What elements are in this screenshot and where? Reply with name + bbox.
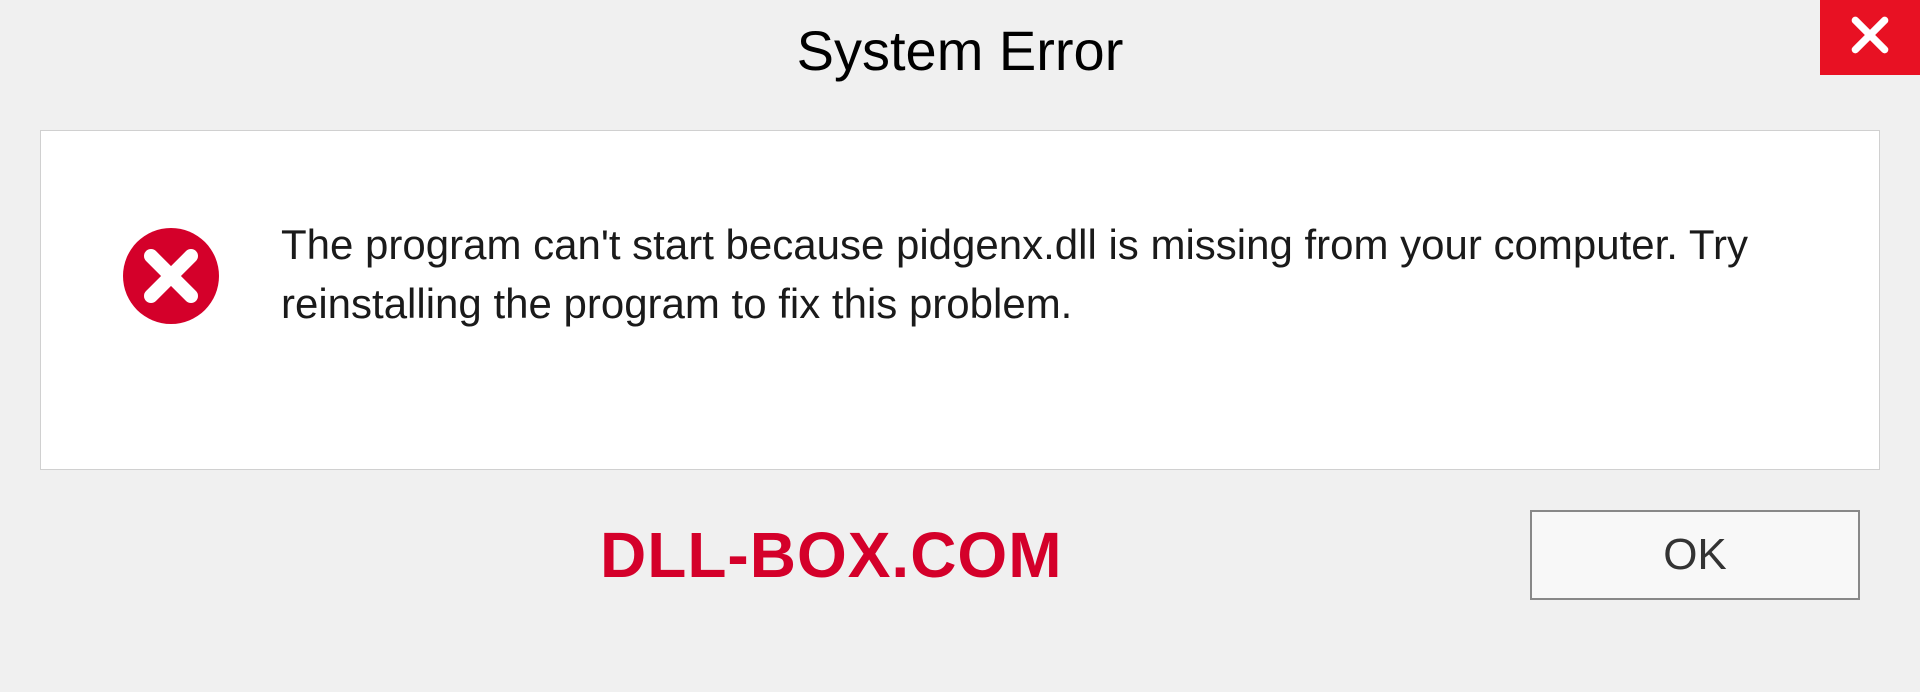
dialog-title: System Error — [797, 18, 1124, 83]
error-dialog-window: System Error The program can't start bec… — [0, 0, 1920, 692]
dialog-footer: DLL-BOX.COM OK — [0, 470, 1920, 600]
watermark-text: DLL-BOX.COM — [600, 518, 1063, 592]
close-button[interactable] — [1820, 0, 1920, 75]
content-panel: The program can't start because pidgenx.… — [40, 130, 1880, 470]
error-icon — [121, 226, 221, 326]
close-icon — [1848, 13, 1892, 62]
title-bar: System Error — [0, 0, 1920, 100]
error-message: The program can't start because pidgenx.… — [281, 216, 1819, 334]
ok-button[interactable]: OK — [1530, 510, 1860, 600]
